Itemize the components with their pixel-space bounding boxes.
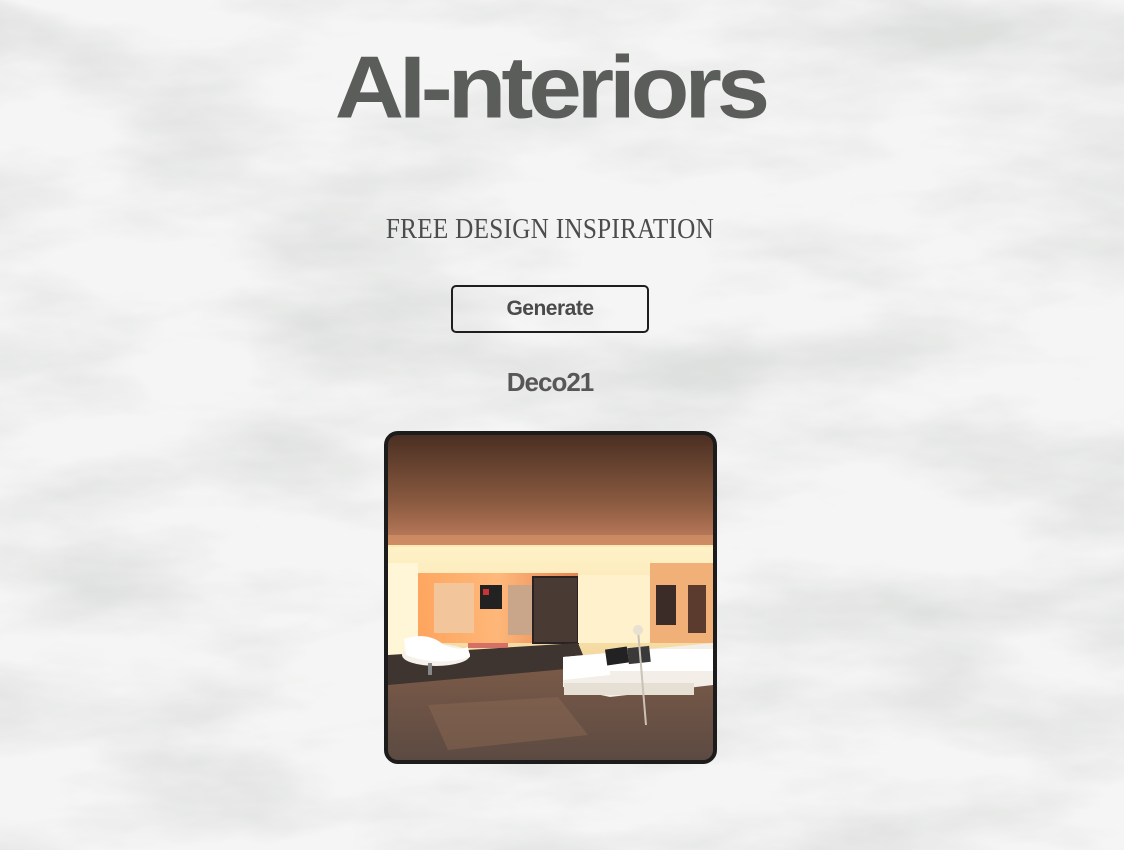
generated-interior-image[interactable] [384,431,717,764]
tagline: FREE DESIGN INSPIRATION [385,214,715,245]
style-name-heading: Deco21 [506,367,595,397]
app-title: AI-nteriors [334,38,770,137]
page: AI-nteriors FREE DESIGN INSPIRATION Gene… [0,0,1124,850]
interior-photo-icon [388,435,713,760]
generate-button[interactable]: Generate [451,285,649,333]
